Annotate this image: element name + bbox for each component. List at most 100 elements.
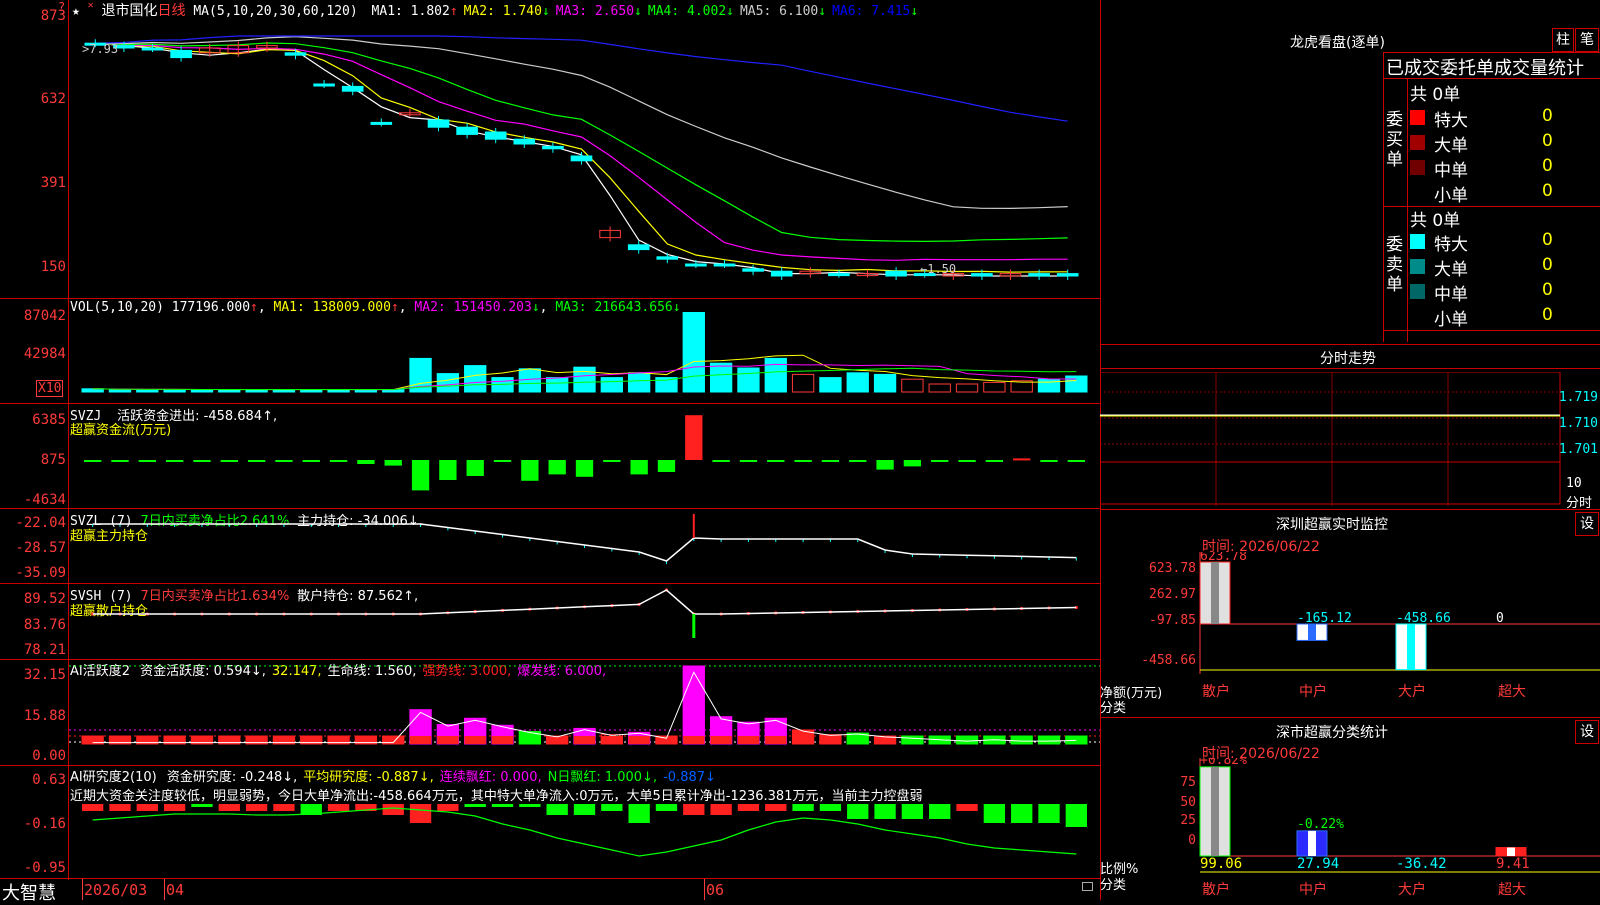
question-mark-icon[interactable]: ?	[58, 0, 65, 14]
buy-side-label: 委买单	[1386, 110, 1403, 170]
vol-bar	[136, 389, 159, 393]
ai-research-bar	[245, 804, 268, 811]
sell-row-4: 小单 0	[1410, 305, 1600, 330]
candle	[427, 119, 450, 128]
monitor-settings-button[interactable]: 设	[1575, 512, 1599, 536]
candle	[456, 126, 478, 135]
low-price-mark: ←1.50	[920, 262, 957, 276]
buy-label-2: 大单	[1434, 136, 1468, 156]
lhb-tab[interactable]: 已成交委托单成交量统计	[1386, 54, 1600, 80]
lhb-stroke-button[interactable]: 笔	[1575, 28, 1599, 52]
svzj-bar	[138, 460, 156, 462]
buy-swatch-1	[1410, 110, 1425, 125]
monitor-value-2: -165.12	[1297, 611, 1352, 626]
lhb-header-sep	[1384, 52, 1600, 53]
svzj-chart[interactable]	[69, 410, 1100, 506]
candle	[1028, 273, 1050, 277]
ai-active-base	[683, 736, 705, 744]
sep-svzl-svsh	[0, 583, 1100, 584]
fenshi-title: 分时走势	[1320, 351, 1376, 367]
svzj-bar	[1040, 460, 1058, 462]
ai-research-bar	[191, 804, 213, 807]
vol-bar	[764, 357, 787, 393]
svzj-bar	[657, 460, 676, 472]
chart-area[interactable]: ★ ✕ 退市国化日线 MA(5,10,20,30,60,120) MA1: 1.…	[0, 0, 1101, 904]
brand-label[interactable]: 大智慧	[2, 879, 56, 905]
vol-bar	[1037, 378, 1061, 393]
ai-research-item-4: N日飘红: 1.000↓,	[547, 770, 658, 785]
vol-bar	[464, 365, 487, 393]
ai-research-bar	[1065, 804, 1087, 827]
lock-icon[interactable]	[1082, 882, 1093, 891]
ai-research-axis-1: 0.63	[32, 772, 66, 788]
ai-active-bar	[901, 735, 924, 745]
svzj-bar	[1067, 460, 1085, 462]
ai-research-bar	[109, 804, 131, 811]
monitor-value-3: -458.66	[1396, 611, 1451, 626]
fenshi-axis-3: 1.701	[1558, 442, 1598, 457]
classify-cat-2: 中户	[1299, 881, 1327, 898]
lhb-title: 龙虎看盘(逐单)	[1290, 35, 1385, 51]
ai-active-axis-2: 15.88	[23, 708, 66, 724]
ai-research-item-2: 平均研究度: -0.887↓,	[303, 770, 434, 785]
svzj-bar	[603, 460, 621, 462]
ai-active-base	[409, 736, 432, 744]
buy-row-4: 小单 0	[1410, 181, 1600, 206]
candle	[885, 270, 907, 277]
vol-bar	[600, 377, 623, 393]
date-tick-2	[164, 879, 165, 900]
vol-chart[interactable]	[69, 312, 1100, 396]
lhb-side-border	[1407, 78, 1408, 342]
svsh-axis-1: 89.52	[23, 591, 66, 607]
svzj-bar	[193, 460, 211, 462]
svzl-chart[interactable]	[69, 512, 1100, 582]
ai-research-bar	[163, 804, 186, 811]
kline-chart[interactable]	[69, 14, 1100, 284]
ai-research-bar	[546, 804, 568, 815]
ai-research-bar	[956, 804, 978, 811]
sell-row-2: 大单 0	[1410, 255, 1600, 280]
lhb-bar-button[interactable]: 柱	[1552, 28, 1574, 52]
fenshi-axis-1: 1.719	[1558, 390, 1598, 405]
classify-chart[interactable]: 75 50 25 0 +0.82% 99.06 散户 -0.22% 27.94 中户 -36.42 大…	[1100, 758, 1600, 900]
monitor-axis-3: -97.85	[1149, 613, 1196, 628]
classify-settings-button[interactable]: 设	[1575, 720, 1599, 744]
vol-unit-button[interactable]: X10	[36, 380, 64, 397]
lhb-bottom-sep	[1384, 330, 1600, 331]
fenshi-chart[interactable]	[1100, 372, 1564, 506]
svsh-chart[interactable]	[69, 588, 1100, 658]
monitor-value-1: 623.78	[1200, 552, 1247, 564]
ai-research-chart[interactable]	[69, 800, 1100, 878]
svzj-bar	[849, 460, 867, 462]
sell-value-2: 0	[1542, 255, 1553, 275]
ai-active-chart[interactable]	[69, 664, 1100, 764]
classify-value-1: 99.06	[1200, 856, 1242, 872]
ai-research-bar	[901, 804, 924, 819]
svzj-bar	[931, 460, 949, 462]
ai-research-bar	[929, 804, 951, 819]
svzj-bar	[439, 460, 457, 480]
monitor-bar-stripe-2	[1308, 624, 1316, 641]
ai-active-base	[765, 736, 787, 744]
sell-row-1: 特大 0	[1410, 230, 1600, 255]
monitor-axis-1: 623.78	[1149, 561, 1196, 576]
candle	[141, 47, 164, 51]
candle	[828, 273, 850, 277]
ai-active-base	[437, 736, 459, 744]
monitor-chart[interactable]: 623.78 262.97 -97.85 -458.66 623.78 散户 -165.12…	[1100, 552, 1600, 712]
candle	[742, 268, 764, 272]
sep-main-vol	[0, 298, 1100, 299]
candle	[542, 145, 564, 150]
ai-active-base	[464, 736, 486, 744]
ai-research-bar	[382, 804, 404, 815]
ma-line-5	[95, 35, 1068, 210]
ai-research-bar	[792, 804, 814, 811]
classify-pct-2: -0.22%	[1297, 817, 1344, 832]
ai-research-item-5: -0.887↓	[663, 770, 716, 785]
close-marker-icon[interactable]: ✕	[88, 0, 94, 11]
ai-research-bar	[218, 804, 240, 811]
svzj-bar	[821, 460, 840, 462]
svzj-bar	[739, 460, 758, 462]
classify-axis-1: 75	[1180, 775, 1196, 790]
date-tick-1	[82, 879, 83, 900]
